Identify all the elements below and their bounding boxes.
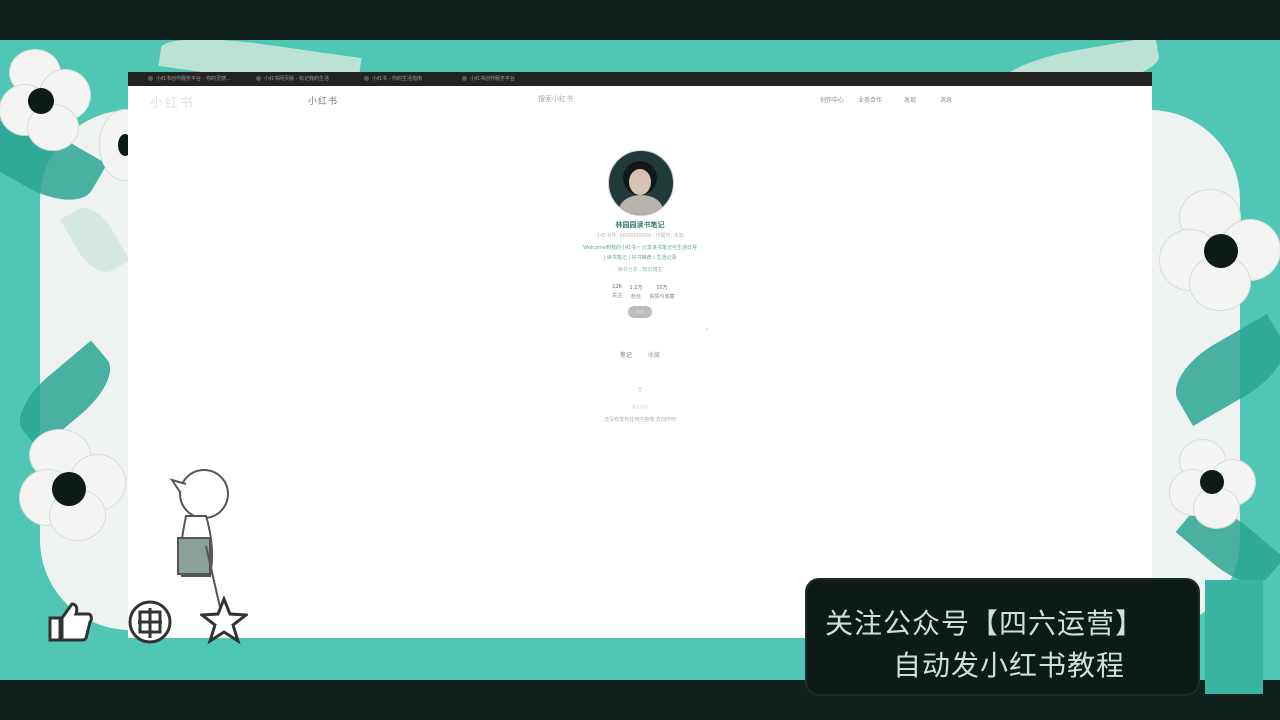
nav-link-creator[interactable]: 创作中心	[820, 95, 844, 104]
profile-bio-links: | 读书笔记 | 好书推荐 | 生活记录	[603, 255, 677, 261]
caret-icon: ›	[706, 326, 709, 333]
like-icon[interactable]	[46, 598, 94, 646]
nav-link-discover[interactable]: 发现	[904, 95, 916, 104]
flower-decoration	[20, 430, 130, 540]
stat-followers[interactable]: 1.2万 粉丝	[626, 284, 646, 300]
faint-logo: 小红书	[150, 96, 196, 111]
side-block-decoration	[1205, 580, 1263, 694]
profile-name: 林园园读书笔记	[615, 221, 665, 229]
follow-button[interactable]: 关注	[628, 306, 652, 318]
browser-tab[interactable]: 小红书创作服务平台	[462, 74, 542, 84]
search-input[interactable]: 搜索小红书	[538, 94, 573, 104]
flower-decoration	[0, 50, 100, 150]
stat-following[interactable]: 126 关注	[608, 284, 626, 299]
empty-state-hint: 还没有发布任何内容哦 去创作吧	[604, 417, 676, 423]
empty-state-subtitle: 暂无内容	[632, 404, 648, 409]
letterbox-top	[0, 0, 1280, 40]
favicon-icon	[462, 76, 467, 81]
flower-decoration	[1160, 190, 1280, 310]
avatar[interactable]	[608, 150, 674, 216]
caption-overlay: 关注公众号【四六运营】 自动发小红书教程	[805, 578, 1200, 696]
tab-collect[interactable]: 收藏	[648, 350, 660, 359]
profile-stats: 126 关注 1.2万 粉丝 10万 获赞与收藏	[608, 284, 678, 304]
favicon-icon	[364, 76, 369, 81]
nav-link-messages[interactable]: 消息	[940, 95, 952, 104]
tab-notes[interactable]: 笔记	[620, 350, 632, 359]
nav-link-business[interactable]: 业务合作	[858, 95, 882, 104]
star-icon[interactable]	[200, 596, 248, 644]
site-navbar: 小红书 小红书 搜索小红书 创作中心 业务合作 发现 消息	[128, 86, 1152, 114]
profile-tags: 读书分享 · 知识博主	[617, 267, 663, 273]
empty-state-title: - 空 -	[634, 387, 646, 393]
profile-id: 小红书号: 0000000000 · IP属地: 未知	[596, 233, 684, 239]
browser-window: 小红书创作服务平台 - 你的灵感... 小红书网页版 - 标记我的生活 小红书 …	[128, 72, 1152, 638]
stat-likes[interactable]: 10万 获赞与收藏	[646, 284, 678, 300]
browser-tab[interactable]: 小红书 - 你的生活指南	[364, 74, 454, 84]
browser-tab-bar: 小红书创作服务平台 - 你的灵感... 小红书网页版 - 标记我的生活 小红书 …	[128, 72, 1152, 86]
browser-tab[interactable]: 小红书网页版 - 标记我的生活	[256, 74, 356, 84]
caption-line-1: 关注公众号【四六运营】	[825, 607, 1145, 640]
favicon-icon	[256, 76, 261, 81]
profile-bio: Welcome到我的小红书~ 分享读书笔记与生活日常	[583, 245, 697, 251]
flower-decoration	[1170, 440, 1260, 530]
browser-tab[interactable]: 小红书创作服务平台 - 你的灵感...	[148, 74, 248, 84]
caption-line-2: 自动发小红书教程	[893, 649, 1126, 682]
favicon-icon	[148, 76, 153, 81]
site-logo[interactable]: 小红书	[308, 94, 338, 107]
coin-icon[interactable]	[126, 598, 174, 646]
